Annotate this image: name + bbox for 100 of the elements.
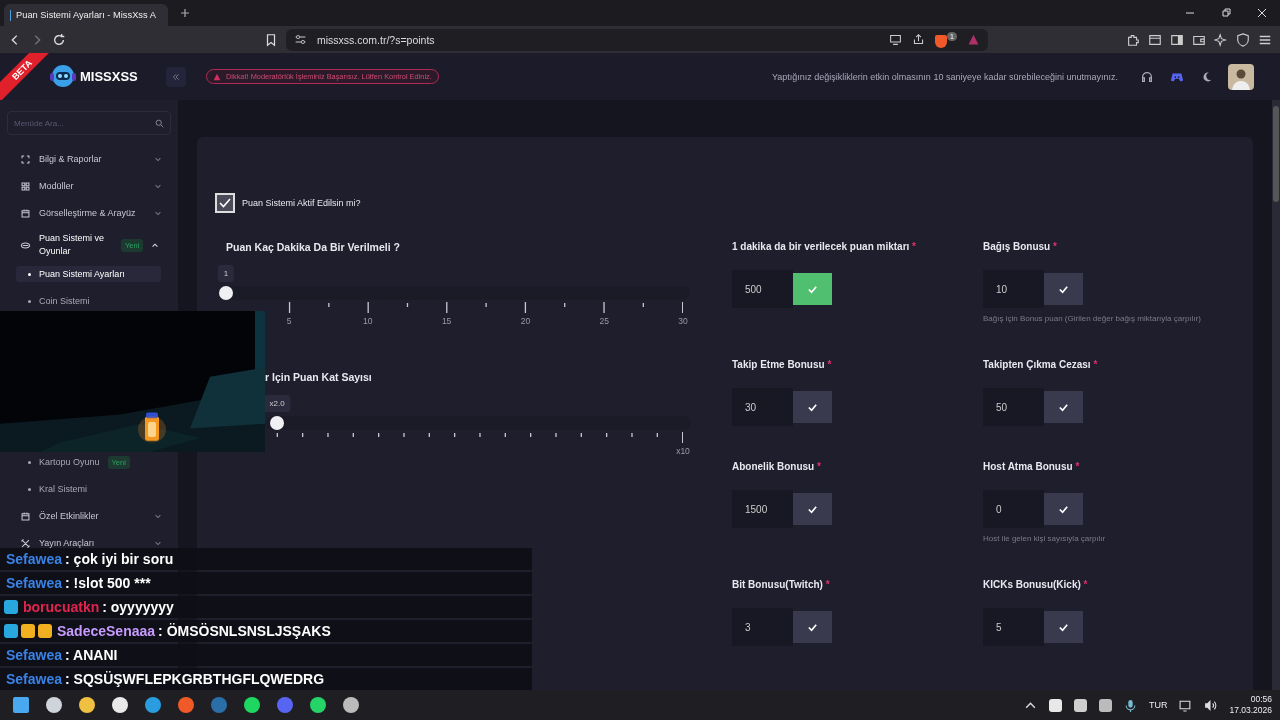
sidebar-item[interactable]: Modüller: [0, 178, 178, 194]
extensions-icon[interactable]: [1126, 32, 1140, 47]
slider-thumb[interactable]: [219, 286, 233, 300]
tray-app-icon[interactable]: [1073, 698, 1087, 712]
calendar-icon: [20, 207, 31, 219]
new-tab-icon[interactable]: [180, 8, 190, 18]
site-logo[interactable]: MISSXSS: [80, 69, 138, 84]
number-field[interactable]: 0: [983, 490, 1044, 528]
field-label: KICKs Bonusu(Kick) *: [983, 579, 1089, 590]
shield-icon[interactable]: [935, 34, 948, 48]
user-avatar[interactable]: [1228, 63, 1254, 90]
time-text: 00:56: [1250, 694, 1272, 705]
checkmark-icon: [807, 503, 818, 515]
tick-label: 15: [441, 316, 452, 326]
checkbox[interactable]: [215, 193, 235, 213]
checkmark-icon: [807, 401, 818, 413]
headset-icon[interactable]: [1140, 69, 1154, 84]
chevron-icon: [154, 512, 162, 520]
tray-app-icon[interactable]: [1098, 698, 1112, 712]
tick-label: 20: [520, 316, 531, 326]
language-indicator[interactable]: TUR: [1148, 700, 1168, 710]
share-icon[interactable]: [912, 33, 926, 46]
submenu-item[interactable]: Puan Sistemi Ayarları: [16, 266, 161, 282]
double-chevron-icon: [172, 71, 180, 82]
tools-icon: [20, 537, 31, 549]
chat-message: Sefawea : çok iyi bir soru: [0, 548, 532, 570]
checkmark-icon: [807, 621, 818, 633]
tick-label: x10: [676, 446, 690, 456]
submenu-item[interactable]: Coin Sistemi: [16, 293, 161, 309]
field-label: Takip Etme Bonusu *: [732, 359, 833, 370]
crown-badge-icon: [38, 624, 52, 638]
tick-label: 30: [678, 316, 688, 326]
help-text: Host ile gelen kişi sayısıyla çarpılır: [983, 534, 1107, 543]
tray-app-icon[interactable]: [1048, 698, 1062, 712]
taskbar-app-icon[interactable]: [46, 697, 62, 713]
network-icon[interactable]: [1179, 698, 1193, 712]
taskbar-app-icon[interactable]: [112, 697, 128, 713]
triangle-icon[interactable]: [967, 33, 980, 46]
taskbar-app-icon[interactable]: [79, 697, 95, 713]
sidebar-item[interactable]: Bilgi & Raporlar: [0, 151, 178, 167]
reload-icon[interactable]: [52, 32, 66, 47]
slider-label: r Için Puan Kat Sayısı: [264, 371, 373, 383]
number-field[interactable]: 30: [732, 388, 793, 426]
tick-label: 25: [599, 316, 609, 326]
checkmark-icon: [1058, 621, 1069, 633]
sidebar-item[interactable]: Görselleştirme & Arayüz: [0, 205, 178, 221]
slider-thumb[interactable]: [270, 416, 285, 430]
warning-icon: [213, 72, 221, 81]
bookmark-icon[interactable]: [264, 32, 278, 47]
sidebar-item[interactable]: Yayın Araçları: [0, 535, 178, 551]
mod-badge-icon: [4, 624, 18, 638]
taskbar-app-icon[interactable]: [145, 697, 161, 713]
mod-badge-icon: [4, 600, 18, 614]
checkmark-icon: [218, 196, 232, 210]
site-settings-icon[interactable]: [294, 33, 307, 46]
vpn-shield-icon[interactable]: [1236, 32, 1250, 47]
field-label: Takipten Çıkma Cezası *: [983, 359, 1099, 370]
volume-icon[interactable]: [1204, 698, 1218, 712]
tick-label: 10: [363, 316, 373, 326]
clock[interactable]: 00:56 17.03.2026: [1229, 694, 1272, 716]
collapse-sidebar-button[interactable]: [166, 66, 186, 87]
microphone-icon[interactable]: [1123, 698, 1137, 712]
taskbar-app-icon[interactable]: [244, 697, 260, 713]
field-label: Host Atma Bonusu *: [983, 461, 1081, 472]
taskbar-app-icon[interactable]: [343, 697, 359, 713]
number-field[interactable]: 500: [732, 270, 793, 308]
sparkle-icon[interactable]: [1214, 32, 1228, 47]
menu-search-field[interactable]: Menüde Ara...: [7, 111, 171, 135]
field-label: Bit Bonusu(Twitch) *: [732, 579, 831, 590]
submenu-item[interactable]: Kral Sistemi: [16, 481, 161, 497]
date-text: 17.03.2026: [1229, 705, 1272, 716]
reader-icon[interactable]: [1148, 32, 1162, 47]
tick-label: 5: [286, 316, 292, 326]
number-field[interactable]: 1500: [732, 490, 793, 528]
browser-tab[interactable]: Puan Sistemi Ayarları - MissXss A: [4, 4, 168, 26]
number-field[interactable]: 3: [732, 608, 793, 646]
cast-icon[interactable]: [889, 33, 903, 46]
restore-icon[interactable]: [1220, 7, 1232, 19]
number-field[interactable]: 10: [983, 270, 1044, 308]
search-input[interactable]: Menüde Ara...: [14, 114, 155, 132]
slider-track[interactable]: [266, 416, 690, 430]
slider-value: x2.0: [263, 395, 291, 412]
sidebar-item[interactable]: Özel Etkinlikler: [0, 508, 178, 524]
chevron-icon: [154, 539, 162, 547]
chevron-icon: [151, 241, 160, 249]
number-field[interactable]: 50: [983, 388, 1044, 426]
sidebar-icon[interactable]: [1170, 32, 1184, 47]
field-label: 1 dakika da bir verilecek puan miktarı *: [732, 241, 917, 252]
chevron-icon: [154, 209, 162, 217]
taskbar-app-icon[interactable]: [310, 697, 326, 713]
close-icon[interactable]: [1256, 7, 1268, 19]
chat-message: Sefawea : !slot 500 ***: [0, 572, 532, 594]
slider-track[interactable]: [219, 286, 690, 300]
slider-label: Puan Kaç Dakika Da Bir Verilmeli ?: [226, 241, 401, 253]
help-text: Bağış için Bonus puan (Girilen değer bağış miktarıyla çarpılır): [983, 314, 1202, 323]
checkmark-icon: [1058, 283, 1069, 295]
chat-message: SadeceSenaaa : ÖMSÖSNLSNSLJSŞAKS: [0, 620, 532, 642]
number-field[interactable]: 5: [983, 608, 1044, 646]
notice-text: Yaptığınız değişikliklerin etkin olmasının 10 saniyeye kadar sürebileceğini unutmayınız.: [771, 71, 1118, 82]
calendar-icon: [20, 510, 31, 522]
